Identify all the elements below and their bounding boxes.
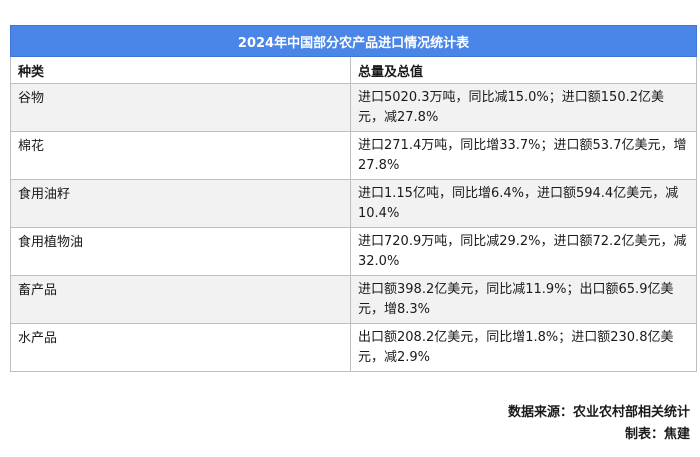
stats-table-container: 2024年中国部分农产品进口情况统计表 种类 总量及总值 谷物 进口5020.3… [10, 25, 697, 372]
row-detail: 进口1.15亿吨，同比增6.4%，进口额594.4亿美元，减10.4% [350, 179, 697, 228]
table-row: 棉花 进口271.4万吨，同比增33.7%；进口额53.7亿美元，增27.8% [10, 131, 697, 180]
row-category: 食用油籽 [10, 179, 351, 228]
row-category: 谷物 [10, 83, 351, 132]
table-row: 畜产品 进口额398.2亿美元，同比减11.9%；出口额65.9亿美元，增8.3… [10, 275, 697, 324]
table-row: 食用植物油 进口720.9万吨，同比减29.2%，进口额72.2亿美元，减32.… [10, 227, 697, 276]
row-detail: 进口额398.2亿美元，同比减11.9%；出口额65.9亿美元，增8.3% [350, 275, 697, 324]
data-source-note: 数据来源：农业农村部相关统计 [507, 405, 690, 420]
row-detail: 出口额208.2亿美元，同比增1.8%；进口额230.8亿美元，减2.9% [350, 323, 697, 372]
table-title-row: 2024年中国部分农产品进口情况统计表 [10, 25, 697, 57]
table-row: 水产品 出口额208.2亿美元，同比增1.8%；进口额230.8亿美元，减2.9… [10, 323, 697, 372]
column-header-row: 种类 总量及总值 [10, 56, 697, 84]
table-row: 谷物 进口5020.3万吨，同比减15.0%；进口额150.2亿美元，减27.8… [10, 83, 697, 132]
row-category: 食用植物油 [10, 227, 351, 276]
import-stats-table: 2024年中国部分农产品进口情况统计表 种类 总量及总值 谷物 进口5020.3… [10, 25, 697, 372]
column-header-total: 总量及总值 [350, 56, 697, 84]
row-detail: 进口720.9万吨，同比减29.2%，进口额72.2亿美元，减32.0% [350, 227, 697, 276]
table-title: 2024年中国部分农产品进口情况统计表 [10, 25, 697, 57]
row-category: 棉花 [10, 131, 351, 180]
row-detail: 进口271.4万吨，同比增33.7%；进口额53.7亿美元，增27.8% [350, 131, 697, 180]
row-detail: 进口5020.3万吨，同比减15.0%；进口额150.2亿美元，减27.8% [350, 83, 697, 132]
table-row: 食用油籽 进口1.15亿吨，同比增6.4%，进口额594.4亿美元，减10.4% [10, 179, 697, 228]
row-category: 水产品 [10, 323, 351, 372]
column-header-category: 种类 [10, 56, 351, 84]
table-maker-note: 制表：焦建 [624, 427, 690, 442]
row-category: 畜产品 [10, 275, 351, 324]
